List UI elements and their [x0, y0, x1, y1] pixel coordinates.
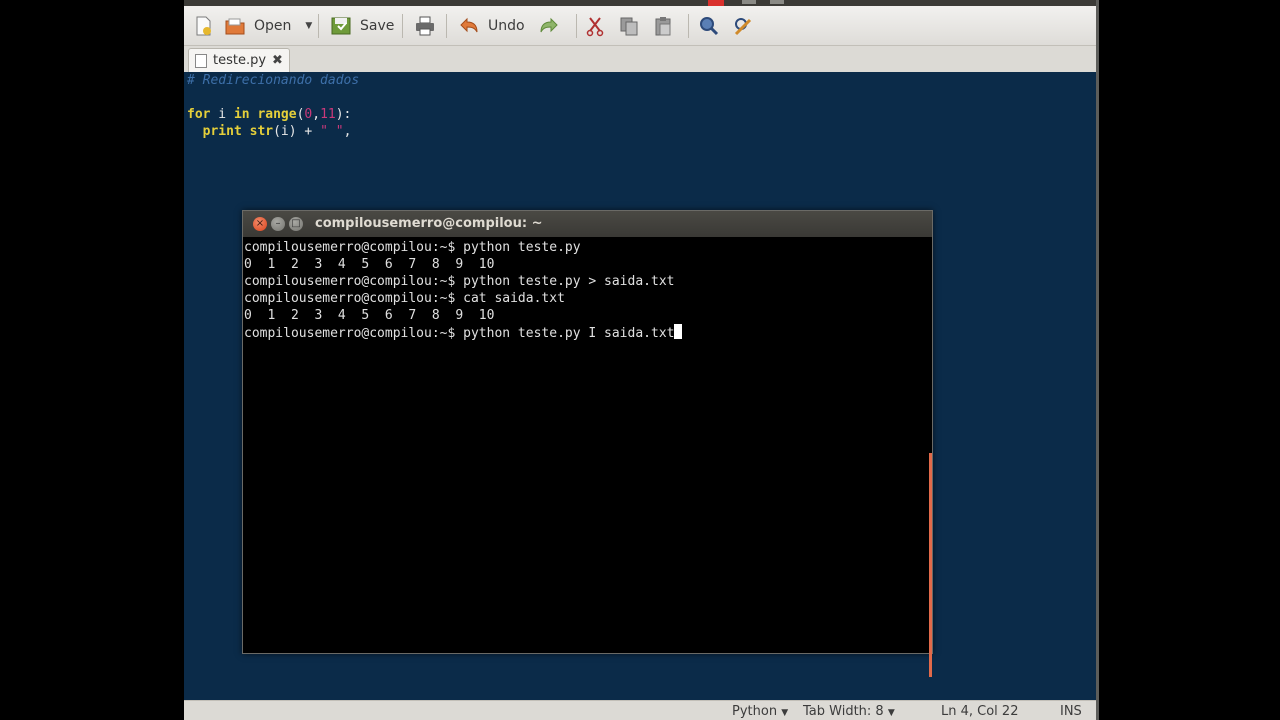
toolbar-separator — [446, 14, 447, 38]
chevron-down-icon: ▼ — [781, 708, 789, 718]
cursor-position: Ln 4, Col 22 — [941, 704, 1019, 719]
keyword-print: print — [202, 124, 242, 139]
terminal-command: compilousemerro@compilou:~$ python teste… — [244, 326, 675, 341]
indicator-icon — [770, 0, 784, 4]
string-literal: " " — [320, 124, 344, 139]
paste-button[interactable] — [652, 14, 682, 38]
open-button[interactable]: Open ▼ — [224, 14, 312, 38]
open-label: Open — [254, 18, 292, 34]
search-button[interactable] — [698, 14, 728, 38]
status-bar: Python ▼ Tab Width: 8 ▼ Ln 4, Col 22 INS — [184, 700, 1096, 720]
terminal-line: 0 1 2 3 4 5 6 7 8 9 10 — [244, 308, 495, 323]
variable-i: i — [210, 107, 234, 122]
copy-icon — [620, 17, 638, 36]
redo-icon — [540, 17, 558, 33]
terminal-title: compilousemerro@compilou: ~ — [315, 216, 543, 231]
toolbar: Open ▼ Save Undo — [184, 6, 1096, 46]
terminal-line: compilousemerro@compilou:~$ cat saida.tx… — [244, 291, 565, 306]
maximize-icon: □ — [291, 218, 301, 229]
tab-label: teste.py — [213, 53, 267, 68]
minimize-icon: – — [275, 218, 281, 229]
copy-button[interactable] — [618, 14, 648, 38]
toolbar-separator — [576, 14, 577, 38]
insert-mode: INS — [1060, 704, 1082, 719]
undo-icon — [460, 17, 478, 33]
chevron-down-icon[interactable]: ▼ — [305, 21, 312, 31]
close-icon: × — [255, 218, 265, 229]
language-selector[interactable]: Python ▼ — [732, 704, 788, 719]
terminal-line: compilousemerro@compilou:~$ python teste… — [244, 274, 675, 289]
language-label: Python — [732, 704, 778, 719]
terminal-titlebar[interactable]: × – □ compilousemerro@compilou: ~ — [243, 211, 932, 237]
paren: ): — [335, 107, 352, 122]
keyword-for: for — [187, 107, 211, 122]
search-replace-icon — [734, 18, 752, 36]
cut-button[interactable] — [584, 14, 614, 38]
text-cursor — [674, 324, 683, 339]
tab-width-selector[interactable]: Tab Width: 8 ▼ — [803, 704, 895, 719]
undo-label: Undo — [488, 18, 525, 34]
maximize-button[interactable]: □ — [289, 217, 303, 231]
comma: , — [343, 124, 352, 139]
number-literal: 11 — [320, 107, 336, 122]
terminal-line: 0 1 2 3 4 5 6 7 8 9 10 — [244, 257, 495, 272]
toolbar-separator — [688, 14, 689, 38]
replace-button[interactable] — [732, 14, 762, 38]
scissors-icon — [586, 17, 604, 37]
terminal-prompt-line[interactable]: compilousemerro@compilou:~$ python teste… — [244, 324, 683, 342]
code-comment: # Redirecionando dados — [187, 73, 360, 88]
chevron-down-icon: ▼ — [887, 708, 895, 718]
printer-icon — [416, 16, 434, 36]
terminal-window[interactable]: × – □ compilousemerro@compilou: ~ compil… — [242, 210, 933, 677]
toolbar-separator — [318, 14, 319, 38]
save-icon — [331, 17, 351, 35]
indicator-icon — [742, 0, 756, 4]
redo-button[interactable] — [538, 14, 568, 38]
code-line-3: for i in range(0,11): — [187, 106, 351, 123]
window-border — [1096, 0, 1099, 720]
new-document-icon — [196, 16, 211, 36]
close-button[interactable]: × — [253, 217, 267, 231]
print-button[interactable] — [414, 14, 444, 38]
new-button[interactable] — [192, 14, 222, 38]
keyword-in: in — [233, 107, 250, 122]
scrollbar[interactable] — [929, 453, 932, 677]
tab-bar: teste.py ✖ — [184, 46, 1096, 72]
code-expression: (i) + — [273, 124, 321, 139]
code-line-4: print str(i) + " ", — [187, 123, 352, 140]
terminal-output[interactable]: compilousemerro@compilou:~$ python teste… — [243, 237, 932, 677]
toolbar-separator — [402, 14, 403, 38]
tab-width-label: Tab Width: 8 — [803, 704, 884, 719]
tab-teste-py[interactable]: teste.py ✖ — [188, 48, 290, 72]
close-icon[interactable]: ✖ — [272, 53, 283, 68]
minimize-button[interactable]: – — [271, 217, 285, 231]
folder-open-icon — [225, 18, 245, 35]
function-range: range — [249, 107, 297, 122]
save-button[interactable]: Save — [330, 14, 394, 38]
code-line-1: # Redirecionando dados — [187, 72, 359, 89]
undo-button[interactable]: Undo — [458, 14, 525, 38]
clipboard-icon — [655, 17, 671, 36]
file-icon — [195, 53, 207, 68]
function-str: str — [241, 124, 274, 139]
search-icon — [700, 17, 719, 36]
terminal-line: compilousemerro@compilou:~$ python teste… — [244, 240, 581, 255]
save-label: Save — [360, 18, 395, 34]
comma: , — [312, 107, 321, 122]
